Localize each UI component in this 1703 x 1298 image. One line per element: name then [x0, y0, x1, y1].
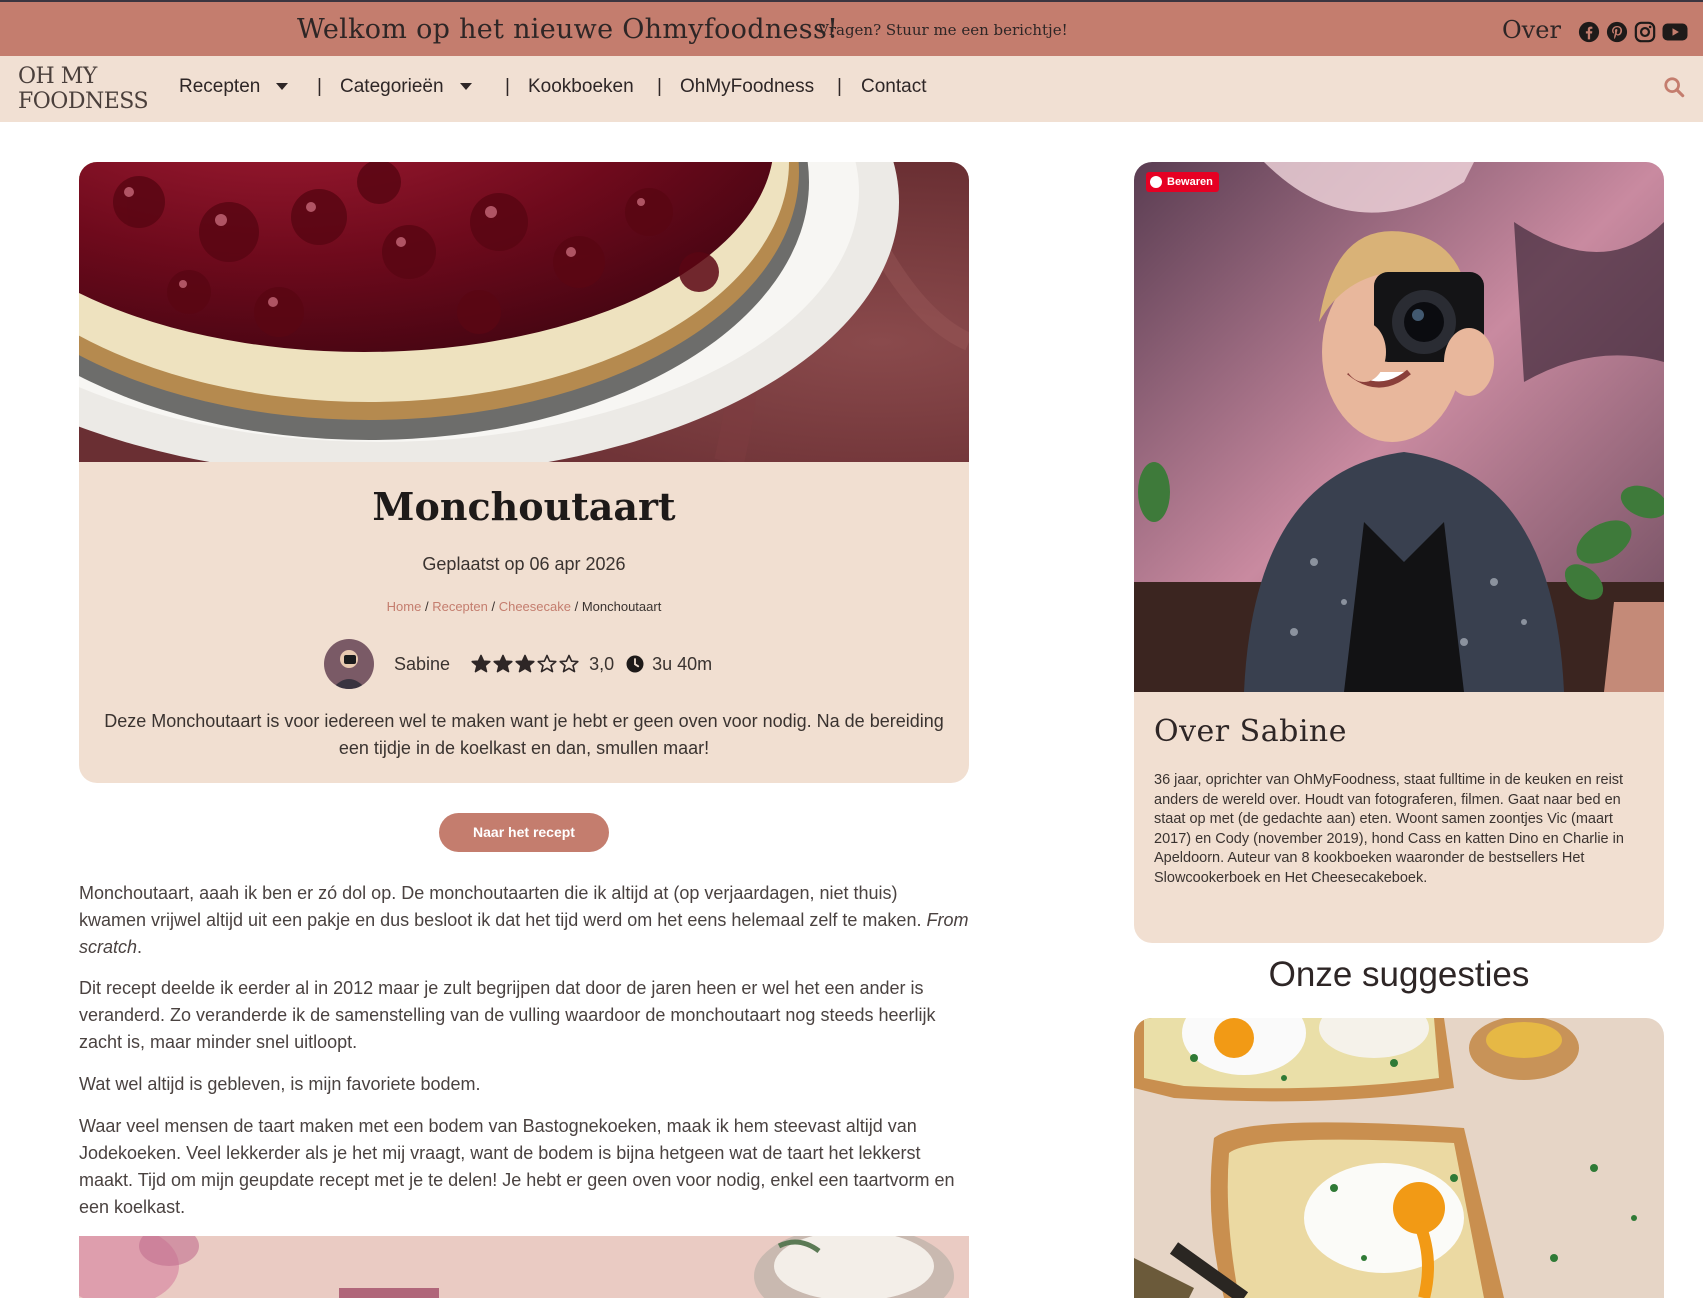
star-filled-icon[interactable]	[471, 654, 491, 674]
nav-item-label: Recepten	[179, 76, 261, 97]
main-navigation: OH MY FOODNESS Recepten | Categorieën | …	[0, 56, 1703, 122]
jump-to-recipe-button[interactable]: Naar het recept	[439, 813, 609, 852]
contact-link[interactable]: Vragen? Stuur me een berichtje!	[818, 21, 1068, 39]
star-empty-icon[interactable]	[559, 654, 579, 674]
top-banner: Welkom op het nieuwe Ohmyfoodness! Vrage…	[0, 0, 1703, 56]
recipe-meta: Sabine 3,0 3u 40m	[324, 638, 712, 690]
about-text: 36 jaar, oprichter van OhMyFoodness, sta…	[1154, 772, 1624, 886]
breadcrumb-cheesecake[interactable]: Cheesecake	[499, 599, 571, 614]
suggestion-image[interactable]	[1134, 1018, 1664, 1298]
nav-item-kookboeken[interactable]: Kookboeken	[528, 76, 634, 98]
avatar	[324, 639, 374, 689]
facebook-icon[interactable]	[1578, 21, 1600, 43]
nav-separator: |	[317, 76, 322, 97]
recipe-hero-image	[79, 162, 969, 462]
recipe-intro: Deze Monchoutaart is voor iedereen wel t…	[104, 711, 944, 758]
pinterest-icon[interactable]	[1606, 21, 1628, 43]
article-paragraph: Wat wel altijd is gebleven, is mijn favo…	[79, 1074, 481, 1094]
article-paragraph: Monchoutaart, aaah ik ben er zó dol op. …	[79, 880, 969, 961]
breadcrumb-separator: /	[487, 599, 499, 614]
pin-label: Bewaren	[1167, 176, 1213, 188]
star-filled-icon[interactable]	[493, 654, 513, 674]
posted-date: Geplaatst op 06 apr 2026	[422, 554, 626, 574]
nav-item-label: Categorieën	[340, 76, 444, 97]
caret-down-icon	[459, 83, 472, 91]
author-portrait	[1134, 162, 1664, 692]
search-icon[interactable]	[1663, 76, 1685, 98]
nav-item-ohmyfoodness[interactable]: OhMyFoodness	[680, 76, 814, 98]
breadcrumb-recepten[interactable]: Recepten	[432, 599, 488, 614]
nav-separator: |	[505, 76, 510, 97]
recipe-summary-card: Monchoutaart Geplaatst op 06 apr 2026 Ho…	[79, 462, 969, 783]
site-logo[interactable]: OH MY FOODNESS	[18, 64, 149, 114]
youtube-icon[interactable]	[1662, 21, 1688, 43]
caret-down-icon	[276, 83, 289, 91]
star-rating	[471, 654, 581, 674]
instagram-icon[interactable]	[1634, 21, 1656, 43]
nav-separator: |	[837, 76, 842, 97]
article-image	[79, 1236, 969, 1298]
about-title: Over Sabine	[1154, 714, 1347, 749]
article-paragraph: Dit recept deelde ik eerder al in 2012 m…	[79, 978, 936, 1052]
article-text: .	[137, 937, 143, 957]
article-paragraph: Waar veel mensen de taart maken met een …	[79, 1116, 955, 1217]
nav-separator: |	[657, 76, 662, 97]
star-filled-icon[interactable]	[515, 654, 535, 674]
breadcrumb-separator: /	[570, 599, 582, 614]
article-text: Monchoutaart, aaah ik ben er zó dol op. …	[79, 883, 927, 930]
rating-value: 3,0	[589, 653, 615, 674]
logo-line-2: FOODNESS	[18, 89, 149, 114]
recipe-title: Monchoutaart	[372, 484, 676, 529]
star-empty-icon[interactable]	[537, 654, 557, 674]
suggestions-title: Onze suggesties	[1268, 955, 1530, 994]
breadcrumb-current: Monchoutaart	[581, 599, 662, 614]
author-name[interactable]: Sabine	[394, 654, 450, 675]
about-author-card: Over Sabine 36 jaar, oprichter van OhMyF…	[1134, 692, 1664, 943]
clock-icon	[626, 655, 644, 673]
over-link[interactable]: Over	[1502, 16, 1561, 44]
pinterest-icon	[1150, 176, 1162, 188]
pinterest-save-button[interactable]: Bewaren	[1146, 172, 1219, 192]
nav-item-recepten[interactable]: Recepten	[179, 76, 289, 98]
nav-item-categorieen[interactable]: Categorieën	[340, 76, 472, 98]
nav-item-contact[interactable]: Contact	[861, 76, 926, 98]
logo-line-1: OH MY	[18, 64, 97, 89]
breadcrumb-separator: /	[421, 599, 433, 614]
breadcrumb-home[interactable]: Home	[387, 599, 422, 614]
welcome-message: Welkom op het nieuwe Ohmyfoodness!	[297, 14, 839, 45]
prep-time: 3u 40m	[652, 653, 713, 674]
breadcrumb: Home / Recepten / Cheesecake / Monchouta…	[79, 599, 969, 614]
